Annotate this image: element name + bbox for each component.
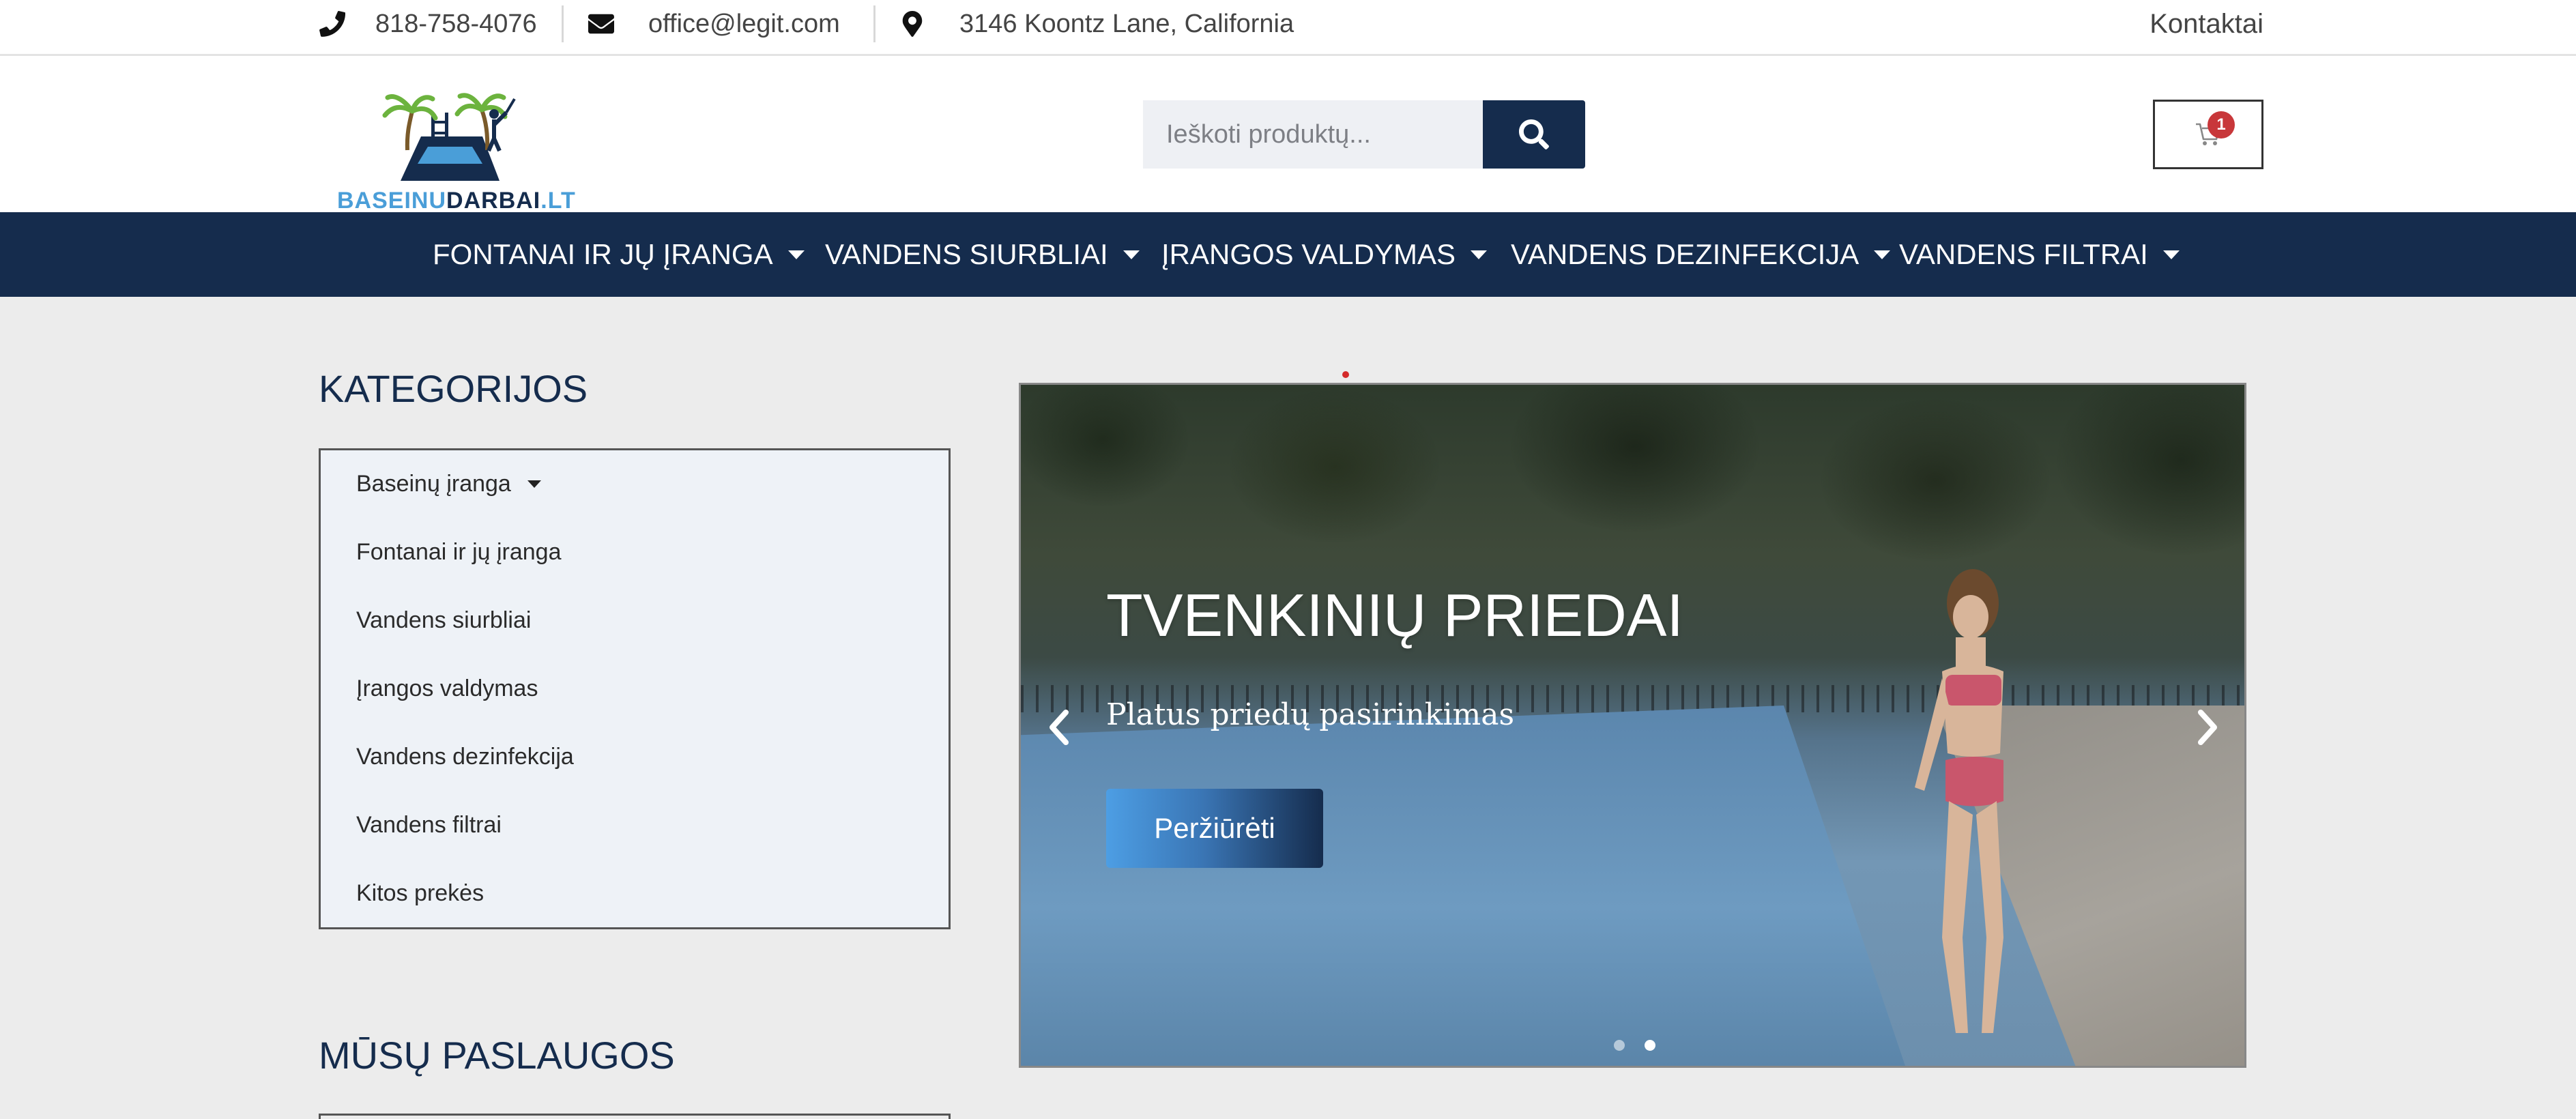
main-navigation: FONTANAI IR JŲ ĮRANGA VANDENS SIURBLIAI … [0, 212, 2576, 297]
category-item-kitos-prekes[interactable]: Kitos prekės [356, 880, 484, 907]
product-search [1143, 100, 1585, 169]
category-item-fontanai[interactable]: Fontanai ir jų įranga [356, 539, 562, 566]
pool-logo-graphic [382, 93, 516, 181]
slider-dot-2[interactable] [1645, 1040, 1655, 1051]
phone-number: 818-758-4076 [375, 9, 537, 38]
divider [873, 5, 875, 42]
contact-link[interactable]: Kontaktai [2150, 0, 2263, 48]
nav-item-irangos-valdymas[interactable]: ĮRANGOS VALDYMAS [1161, 212, 1487, 297]
nav-item-label: VANDENS FILTRAI [1899, 238, 2148, 270]
slider-prev-button[interactable] [1041, 707, 1075, 748]
slide-subtitle: Platus priedų pasirinkimas [1106, 697, 1515, 732]
nav-item-vandens-siurbliai[interactable]: VANDENS SIURBLIAI [825, 212, 1140, 297]
map-marker-icon [902, 11, 923, 37]
slide-person-figure [1915, 569, 2003, 1033]
nav-item-label: FONTANAI IR JŲ ĮRANGA [433, 238, 773, 270]
slide-background-trees [1021, 385, 2244, 706]
categories-heading: KATEGORIJOS [319, 367, 588, 410]
chevron-right-icon [2198, 710, 2217, 745]
category-item-irangos-valdymas[interactable]: Įrangos valdymas [356, 675, 538, 702]
nav-item-label: ĮRANGOS VALDYMAS [1161, 238, 1456, 270]
category-item-vandens-dezinfekcija[interactable]: Vandens dezinfekcija [356, 744, 574, 770]
caret-down-icon [1123, 250, 1140, 259]
logo-part-2: DARBAI [446, 188, 541, 214]
services-heading: MŪSŲ PASLAUGOS [319, 1034, 675, 1077]
nav-item-fontanai[interactable]: FONTANAI IR JŲ ĮRANGA [433, 212, 805, 297]
caret-down-icon [2162, 250, 2180, 259]
logo-part-1: BASEINU [337, 188, 447, 214]
caret-down-icon [527, 480, 541, 488]
top-info-bar: 818-758-4076 office@legit.com 3146 Koont… [0, 0, 2576, 56]
view-button[interactable]: Peržiūrėti [1106, 789, 1323, 868]
category-list: Baseinų įranga Fontanai ir jų įranga Van… [319, 448, 951, 929]
site-logo[interactable]: BASEINUDARBAI.LT [336, 85, 575, 214]
hero-slider: TVENKINIŲ PRIEDAI Platus priedų pasirink… [1019, 383, 2246, 1068]
email-address: office@legit.com [648, 9, 840, 38]
caret-down-icon [1874, 250, 1891, 259]
search-icon [1519, 119, 1549, 149]
category-label: Baseinų įranga [356, 471, 511, 497]
cart-count-badge: 1 [2208, 111, 2235, 139]
category-item-vandens-filtrai[interactable]: Vandens filtrai [356, 812, 502, 839]
chevron-left-icon [1050, 710, 1069, 745]
category-item-vandens-siurbliai[interactable]: Vandens siurbliai [356, 607, 531, 634]
indicator-dot [1342, 371, 1349, 378]
search-input[interactable] [1143, 100, 1483, 169]
caret-down-icon [787, 250, 805, 259]
phone-info[interactable]: 818-758-4076 [319, 0, 537, 48]
slider-next-button[interactable] [2191, 707, 2225, 748]
envelope-icon [588, 14, 614, 34]
caret-down-icon [1471, 250, 1487, 259]
slide-background-pool [1021, 706, 1908, 1066]
logo-wordmark: BASEINUDARBAI.LT [337, 188, 576, 214]
slider-dot-1[interactable] [1614, 1040, 1625, 1051]
divider [562, 5, 564, 42]
address-info: 3146 Koontz Lane, California [899, 0, 1294, 48]
nav-item-vandens-dezinfekcija[interactable]: VANDENS DEZINFEKCIJA [1511, 212, 1891, 297]
phone-icon [319, 11, 345, 37]
nav-item-label: VANDENS SIURBLIAI [825, 238, 1108, 270]
nav-item-label: VANDENS DEZINFEKCIJA [1511, 238, 1859, 270]
slide-title: TVENKINIŲ PRIEDAI [1106, 581, 1683, 649]
address-text: 3146 Koontz Lane, California [959, 9, 1294, 38]
nav-item-vandens-filtrai[interactable]: VANDENS FILTRAI [1899, 212, 2180, 297]
site-header: BASEINUDARBAI.LT 1 [0, 56, 2576, 214]
services-list [319, 1114, 951, 1119]
search-button[interactable] [1483, 100, 1585, 169]
logo-part-3: .LT [540, 188, 576, 214]
email-info[interactable]: office@legit.com [588, 0, 840, 48]
cart-button[interactable]: 1 [2153, 100, 2263, 169]
category-item-baseinu-iranga[interactable]: Baseinų įranga [356, 471, 541, 497]
